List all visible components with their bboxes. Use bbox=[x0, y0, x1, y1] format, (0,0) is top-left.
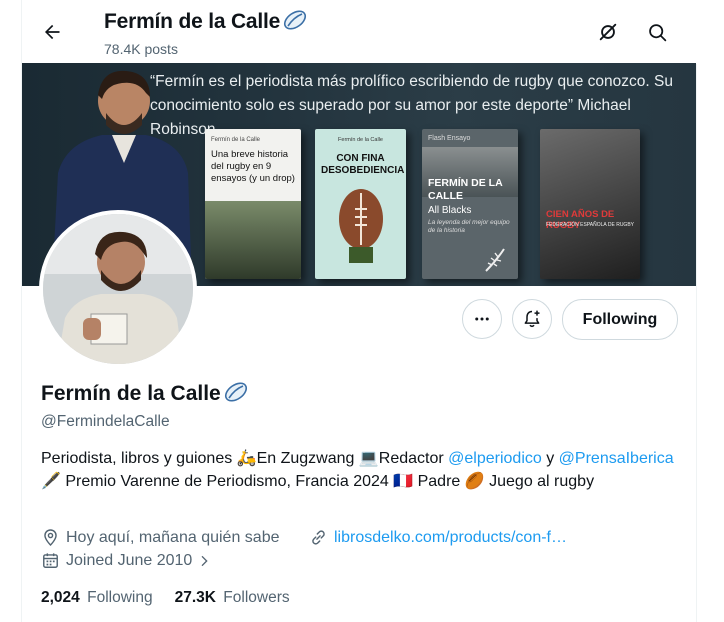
profile-name: Fermín de la Calle bbox=[41, 381, 249, 406]
notifications-button[interactable] bbox=[512, 299, 552, 339]
book-tagline: La leyenda del mejor equipo de la histor… bbox=[428, 219, 510, 234]
followers-label: Followers bbox=[223, 589, 290, 606]
more-horizontal-icon bbox=[475, 317, 489, 321]
profile-location: Hoy aquí, mañana quién sabe bbox=[41, 528, 279, 547]
joined-text: Joined June 2010 bbox=[66, 551, 193, 569]
profile-joined[interactable]: Joined June 2010 bbox=[41, 551, 218, 570]
search-icon bbox=[648, 23, 666, 41]
rugby-ball-icon bbox=[284, 10, 307, 30]
arrow-left-icon bbox=[45, 24, 60, 40]
followers-stat[interactable]: 27.3K Followers bbox=[175, 589, 290, 607]
profile-avatar[interactable] bbox=[39, 210, 197, 368]
location-text: Hoy aquí, mañana quién sabe bbox=[66, 528, 280, 546]
search-button[interactable] bbox=[639, 14, 675, 50]
book-author: Fermín de la Calle bbox=[211, 137, 261, 143]
following-label: Following bbox=[87, 589, 153, 606]
top-bar: Fermín de la Calle 78.4K posts bbox=[22, 0, 698, 64]
book-subtitle: FEDERACIÓN ESPAÑOLA DE RUGBY bbox=[546, 222, 634, 228]
following-stat[interactable]: 2,024 Following bbox=[41, 589, 153, 607]
followers-count: 27.3K bbox=[174, 589, 216, 606]
back-button[interactable] bbox=[34, 14, 70, 50]
book-cover: Flash Ensayo FERMÍN DE LA CALLE All Blac… bbox=[422, 129, 518, 279]
bio-text: y bbox=[541, 450, 559, 467]
book-author: Flash Ensayo bbox=[428, 135, 471, 142]
rugby-ball-icon bbox=[224, 382, 247, 402]
rugby-ball-graphic bbox=[339, 189, 383, 263]
silver-fern-icon bbox=[485, 248, 505, 272]
following-count: 2,024 bbox=[41, 589, 80, 606]
book-cover: CIEN AÑOS DE RUGBY FEDERACIÓN ESPAÑOLA D… bbox=[540, 129, 640, 279]
book-title: Una breve historia del rugby en 9 ensayo… bbox=[211, 149, 295, 184]
bio-text: Periodista, libros y guiones 🛵En Zugzwan… bbox=[41, 450, 449, 467]
bell-plus-icon bbox=[524, 310, 540, 328]
following-button[interactable]: Following bbox=[562, 299, 678, 340]
calendar-icon bbox=[43, 553, 58, 568]
chevron-right-icon bbox=[201, 555, 208, 566]
header-title: Fermín de la Calle bbox=[104, 9, 308, 34]
no-signal-button[interactable] bbox=[590, 14, 626, 50]
book-title: FERMÍN DE LA CALLE bbox=[428, 177, 503, 202]
no-signal-icon bbox=[599, 23, 617, 41]
location-pin-icon bbox=[44, 529, 57, 547]
book-subtitle: All Blacks bbox=[428, 205, 472, 216]
avatar-illustration bbox=[43, 214, 193, 364]
profile-handle: @FermindelaCalle bbox=[41, 413, 170, 430]
more-options-button[interactable] bbox=[462, 299, 502, 339]
mention-link[interactable]: @elperiodico bbox=[448, 450, 542, 467]
post-count: 78.4K posts bbox=[104, 41, 178, 57]
book-cover: Fermín de la Calle Una breve historia de… bbox=[205, 129, 301, 279]
profile-bio: Periodista, libros y guiones 🛵En Zugzwan… bbox=[41, 447, 681, 493]
bio-text: 🖋️ Premio Varenne de Periodismo, Francia… bbox=[41, 473, 595, 490]
website-link[interactable]: librosdelko.com/products/con-f… bbox=[334, 529, 567, 547]
profile-website[interactable]: librosdelko.com/products/con-f… bbox=[309, 528, 567, 547]
profile-stats: 2,024 Following 27.3K Followers bbox=[41, 589, 290, 607]
mention-link[interactable]: @PrensaIberica bbox=[559, 450, 674, 467]
book-title: CON FINA DESOBEDIENCIA bbox=[321, 153, 405, 176]
book-cover: Fermín de la Calle CON FINA DESOBEDIENCI… bbox=[315, 129, 406, 279]
book-author: Fermín de la Calle bbox=[338, 137, 383, 143]
profile-column: Fermín de la Calle 78.4K posts “Fermín e… bbox=[21, 0, 698, 622]
link-icon bbox=[312, 530, 325, 545]
